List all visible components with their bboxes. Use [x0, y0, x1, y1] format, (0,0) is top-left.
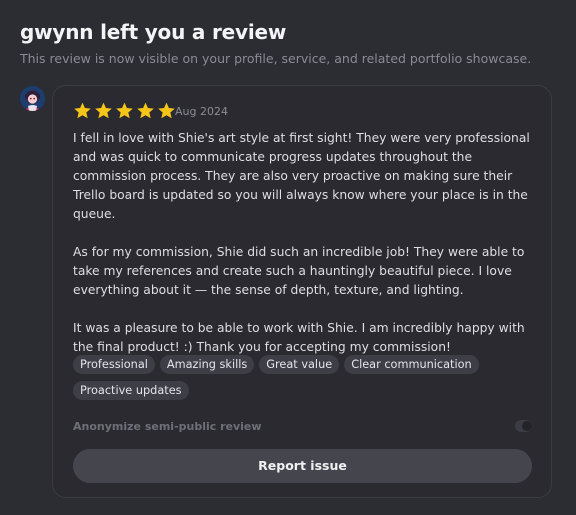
star-icon	[95, 102, 112, 119]
tag-chip: Proactive updates	[73, 381, 189, 400]
star-icon	[137, 102, 154, 119]
reviewer-avatar[interactable]	[20, 86, 45, 111]
review-paragraph: I fell in love with Shie's art style at …	[73, 131, 530, 221]
review-body: I fell in love with Shie's art style at …	[73, 129, 533, 376]
avatar-image	[20, 86, 45, 111]
tag-chip: Great value	[259, 355, 340, 374]
page-subtitle: This review is now visible on your profi…	[20, 51, 532, 66]
review-card: Aug 2024 I fell in love with Shie's art …	[52, 85, 552, 498]
review-paragraph: It was a pleasure to be able to work wit…	[73, 321, 525, 354]
anonymize-label: Anonymize semi-public review	[73, 420, 262, 433]
toggle-knob	[522, 421, 532, 431]
star-icon	[74, 102, 91, 119]
review-date: Aug 2024	[175, 105, 228, 118]
tag-chip: Professional	[73, 355, 155, 374]
tag-chip: Amazing skills	[159, 355, 255, 374]
page-title: gwynn left you a review	[20, 20, 287, 44]
anonymize-toggle[interactable]	[515, 420, 532, 432]
tag-chip: Clear communication	[344, 355, 479, 374]
star-rating	[73, 102, 176, 120]
report-issue-button[interactable]: Report issue	[73, 449, 532, 483]
star-icon	[116, 102, 133, 119]
review-paragraph: As for my commission, Shie did such an i…	[73, 245, 525, 297]
star-icon	[158, 102, 175, 119]
review-tags: Professional Amazing skills Great value …	[73, 355, 533, 400]
